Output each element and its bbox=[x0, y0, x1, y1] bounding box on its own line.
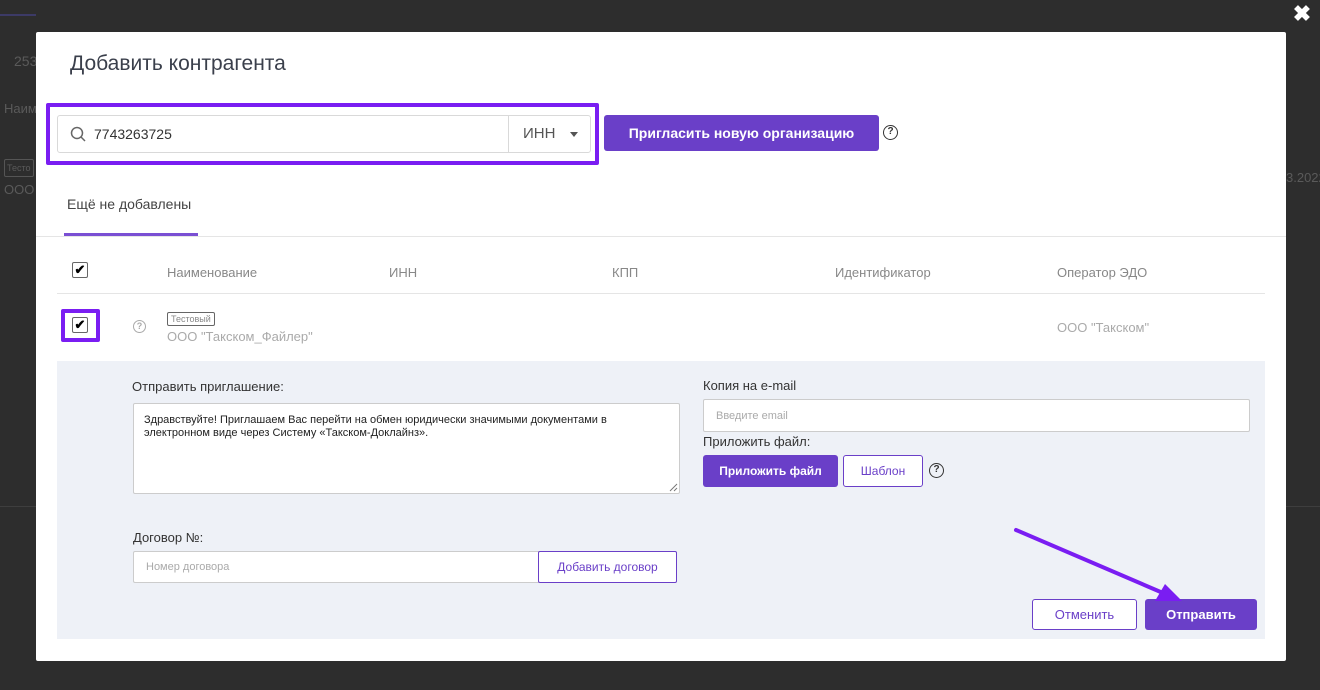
header-divider bbox=[57, 293, 1265, 294]
help-icon[interactable]: ? bbox=[883, 125, 898, 140]
column-header-edo-operator: Оператор ЭДО bbox=[1057, 265, 1148, 280]
search-type-select[interactable]: ИНН bbox=[508, 116, 591, 152]
edo-operator-value: ООО "Такском" bbox=[1057, 320, 1150, 335]
invite-new-organization-button[interactable]: Пригласить новую организацию bbox=[604, 115, 879, 151]
contract-number-input[interactable] bbox=[133, 551, 539, 583]
add-contract-button[interactable]: Добавить договор bbox=[538, 551, 677, 583]
contract-number-label: Договор №: bbox=[133, 530, 204, 545]
tab-not-added[interactable]: Ещё не добавлены bbox=[64, 196, 198, 236]
invitation-message-textarea[interactable]: Здравствуйте! Приглашаем Вас перейти на … bbox=[133, 403, 680, 494]
background-badge: Тесто bbox=[4, 159, 34, 177]
background-fragment: ООО bbox=[4, 182, 35, 197]
invitation-panel: Отправить приглашение: Здравствуйте! При… bbox=[57, 361, 1265, 639]
chevron-down-icon bbox=[570, 132, 578, 137]
background-tab-indicator bbox=[0, 14, 36, 16]
send-button[interactable]: Отправить bbox=[1145, 599, 1257, 630]
attach-file-button[interactable]: Приложить файл bbox=[703, 455, 838, 487]
background-fragment: Наим bbox=[4, 101, 37, 116]
help-icon[interactable]: ? bbox=[929, 463, 944, 478]
background-divider bbox=[0, 506, 40, 507]
resize-handle-icon[interactable] bbox=[669, 483, 678, 492]
column-header-name: Наименование bbox=[167, 265, 258, 280]
column-header-inn: ИНН bbox=[389, 265, 418, 280]
column-header-identifier: Идентификатор bbox=[835, 265, 931, 280]
modal-title: Добавить контрагента bbox=[70, 52, 286, 75]
search-input[interactable] bbox=[94, 116, 504, 152]
select-all-checkbox[interactable]: ✔ bbox=[72, 262, 88, 278]
background-divider bbox=[1286, 506, 1320, 507]
email-field[interactable] bbox=[703, 399, 1250, 432]
background-fragment: 3.2022 bbox=[1286, 170, 1320, 185]
add-counterparty-modal: Добавить контрагента ИНН Пригласить нову… bbox=[36, 32, 1286, 661]
test-badge: Тестовый bbox=[167, 312, 215, 326]
close-icon[interactable]: ✖ bbox=[1292, 3, 1312, 25]
email-copy-label: Копия на e-mail bbox=[703, 378, 797, 393]
search-icon bbox=[70, 126, 86, 142]
attach-file-label: Приложить файл: bbox=[703, 434, 811, 449]
row-checkbox[interactable]: ✔ bbox=[72, 317, 88, 333]
help-icon[interactable]: ? bbox=[133, 320, 146, 333]
tabs-divider bbox=[36, 236, 1286, 237]
organization-name: ООО "Такском_Файлер" bbox=[167, 329, 313, 344]
column-header-kpp: КПП bbox=[612, 265, 639, 280]
search-type-value: ИНН bbox=[523, 125, 556, 142]
background-fragment: 253 bbox=[14, 53, 38, 69]
search-box: ИНН bbox=[57, 115, 591, 153]
template-button[interactable]: Шаблон bbox=[843, 455, 923, 487]
message-label: Отправить приглашение: bbox=[132, 379, 284, 394]
cancel-button[interactable]: Отменить bbox=[1032, 599, 1137, 630]
